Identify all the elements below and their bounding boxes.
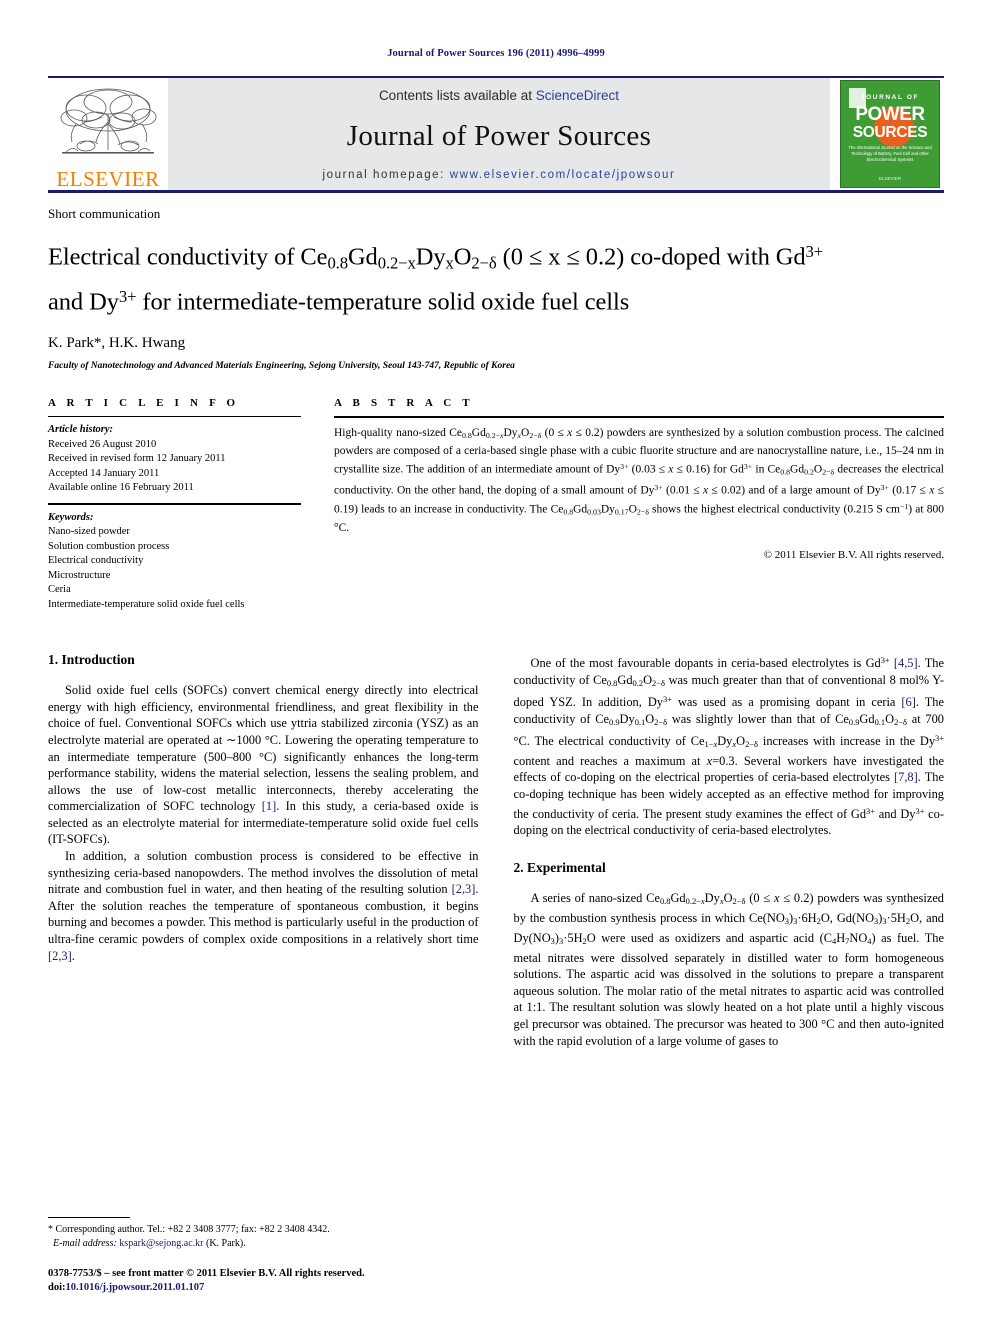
title-sub-1: 0.8 — [327, 253, 348, 273]
homepage-prefix: journal homepage: — [322, 169, 450, 181]
article-info-column: A R T I C L E I N F O Article history: R… — [48, 397, 301, 612]
contents-available-line: Contents lists available at ScienceDirec… — [379, 88, 619, 103]
article-history-block: Article history: Received 26 August 2010… — [48, 423, 301, 496]
keyword-item: Electrical conductivity — [48, 555, 144, 567]
body-column-left: 1. Introduction Solid oxide fuel cells (… — [48, 652, 479, 1049]
section-heading-introduction: 1. Introduction — [48, 652, 135, 668]
footnote-area: * Corresponding author. Tel.: +82 2 3408… — [48, 1217, 473, 1295]
history-item: Received in revised form 12 January 2011 — [48, 453, 226, 465]
author-list: K. Park*, H.K. Hwang — [48, 335, 186, 352]
journal-homepage-line: journal homepage: www.elsevier.com/locat… — [323, 169, 676, 181]
history-item: Received 26 August 2010 — [48, 438, 157, 450]
email-label: E-mail address: — [53, 1237, 117, 1249]
abstract-rule — [334, 416, 944, 419]
history-item: Available online 16 February 2011 — [48, 482, 194, 494]
imprint-block: 0378-7753/$ – see front matter © 2011 El… — [48, 1267, 473, 1295]
title-sub-3: x — [445, 253, 454, 273]
title-part-c: Dy — [415, 243, 446, 271]
keyword-item: Nano-sized powder — [48, 526, 130, 538]
corresponding-author-text: * Corresponding author. Tel.: +82 2 3408… — [48, 1224, 330, 1235]
intro-paragraph-1: Solid oxide fuel cells (SOFCs) convert c… — [48, 683, 479, 847]
abstract-column: A B S T R A C T High-quality nano-sized … — [334, 397, 944, 612]
homepage-url-link[interactable]: www.elsevier.com/locate/jpowsour — [450, 169, 676, 181]
keyword-item: Ceria — [48, 584, 71, 596]
title-sub-4: 2−δ — [471, 253, 497, 273]
elsevier-wordmark: ELSEVIER — [56, 167, 160, 191]
affiliation: Faculty of Nanotechnology and Advanced M… — [48, 361, 515, 372]
keyword-item: Microstructure — [48, 569, 111, 581]
section-heading-experimental: 2. Experimental — [513, 860, 606, 876]
abstract-text: High-quality nano-sized Ce0.8Gd0.2−xDyxO… — [334, 427, 944, 534]
title-sub-2: 0.2−x — [377, 253, 416, 273]
masthead-center-panel: Contents lists available at ScienceDirec… — [168, 78, 830, 190]
article-title: Electrical conductivity of Ce0.8Gd0.2−xD… — [48, 235, 944, 318]
journal-masthead: ELSEVIER Contents lists available at Sci… — [48, 76, 944, 190]
title2-part-a: and Dy — [48, 288, 119, 316]
body-column-right: One of the most favourable dopants in ce… — [514, 652, 945, 1049]
keyword-item: Solution combustion process — [48, 540, 170, 552]
title2-sup-1: 3+ — [118, 286, 137, 306]
elsevier-logo: ELSEVIER — [48, 78, 168, 190]
cover-subtitle-text: The International Journal on the Science… — [848, 145, 932, 162]
keyword-item: Intermediate-temperature solid oxide fue… — [48, 598, 245, 610]
journal-cover-thumbnail[interactable]: JOURNAL OF POWER SOURCES The Internation… — [840, 80, 944, 188]
corresponding-author-note: * Corresponding author. Tel.: +82 2 3408… — [48, 1223, 473, 1250]
article-type-label: Short communication — [48, 206, 161, 221]
title-part-a: Electrical conductivity of Ce — [48, 243, 328, 271]
journal-title: Journal of Power Sources — [346, 119, 652, 152]
cover-publisher-text: ELSEVIER — [878, 176, 901, 181]
title2-part-b: for intermediate-temperature solid oxide… — [136, 288, 630, 316]
masthead-bottom-rule — [48, 190, 944, 193]
cover-journal-of-text: JOURNAL OF — [860, 94, 920, 101]
abstract-heading: A B S T R A C T — [334, 397, 474, 410]
intro-paragraph-2: In addition, a solution combustion proce… — [48, 849, 479, 963]
body-columns: 1. Introduction Solid oxide fuel cells (… — [48, 652, 944, 1049]
cover-image: JOURNAL OF POWER SOURCES The Internation… — [840, 80, 940, 188]
article-info-heading: A R T I C L E I N F O — [48, 397, 240, 410]
sciencedirect-link[interactable]: ScienceDirect — [536, 88, 619, 103]
keywords-block: Keywords: Nano-sized powder Solution com… — [48, 511, 301, 613]
experimental-paragraph-1: A series of nano-sized Ce0.8Gd0.2−xDyxO2… — [513, 891, 945, 1048]
cover-power-text: POWER — [855, 104, 925, 125]
email-suffix: (K. Park). — [203, 1237, 246, 1249]
doi-label: doi: — [48, 1282, 66, 1293]
email-link[interactable]: kspark@sejong.ac.kr — [119, 1238, 203, 1249]
info-abstract-row: A R T I C L E I N F O Article history: R… — [48, 397, 944, 612]
running-head: Journal of Power Sources 196 (2011) 4996… — [387, 48, 605, 59]
article-history-label: Article history: — [48, 424, 114, 436]
contents-prefix: Contents lists available at — [378, 88, 536, 103]
article-info-rule-top — [48, 416, 301, 418]
doi-link[interactable]: 10.1016/j.jpowsour.2011.01.107 — [66, 1282, 205, 1293]
journal-article-page: Journal of Power Sources 196 (2011) 4996… — [0, 0, 992, 1323]
cover-sources-text: SOURCES — [852, 124, 928, 141]
history-item: Accepted 14 January 2011 — [48, 467, 160, 479]
elsevier-tree-icon — [60, 88, 157, 154]
title-part-e: (0 ≤ x ≤ 0.2) co-doped with Gd — [496, 243, 806, 271]
keywords-label: Keywords: — [48, 511, 94, 523]
intro-paragraph-3: One of the most favourable dopants in ce… — [513, 655, 945, 837]
imprint-line: 0378-7753/$ – see front matter © 2011 El… — [48, 1268, 365, 1279]
title-sup-1: 3+ — [805, 242, 824, 261]
title-part-b: Gd — [347, 243, 378, 271]
footnote-rule — [48, 1217, 130, 1218]
article-info-rule-mid — [48, 502, 301, 505]
title-part-d: O — [453, 243, 472, 271]
abstract-copyright: © 2011 Elsevier B.V. All rights reserved… — [763, 549, 944, 562]
